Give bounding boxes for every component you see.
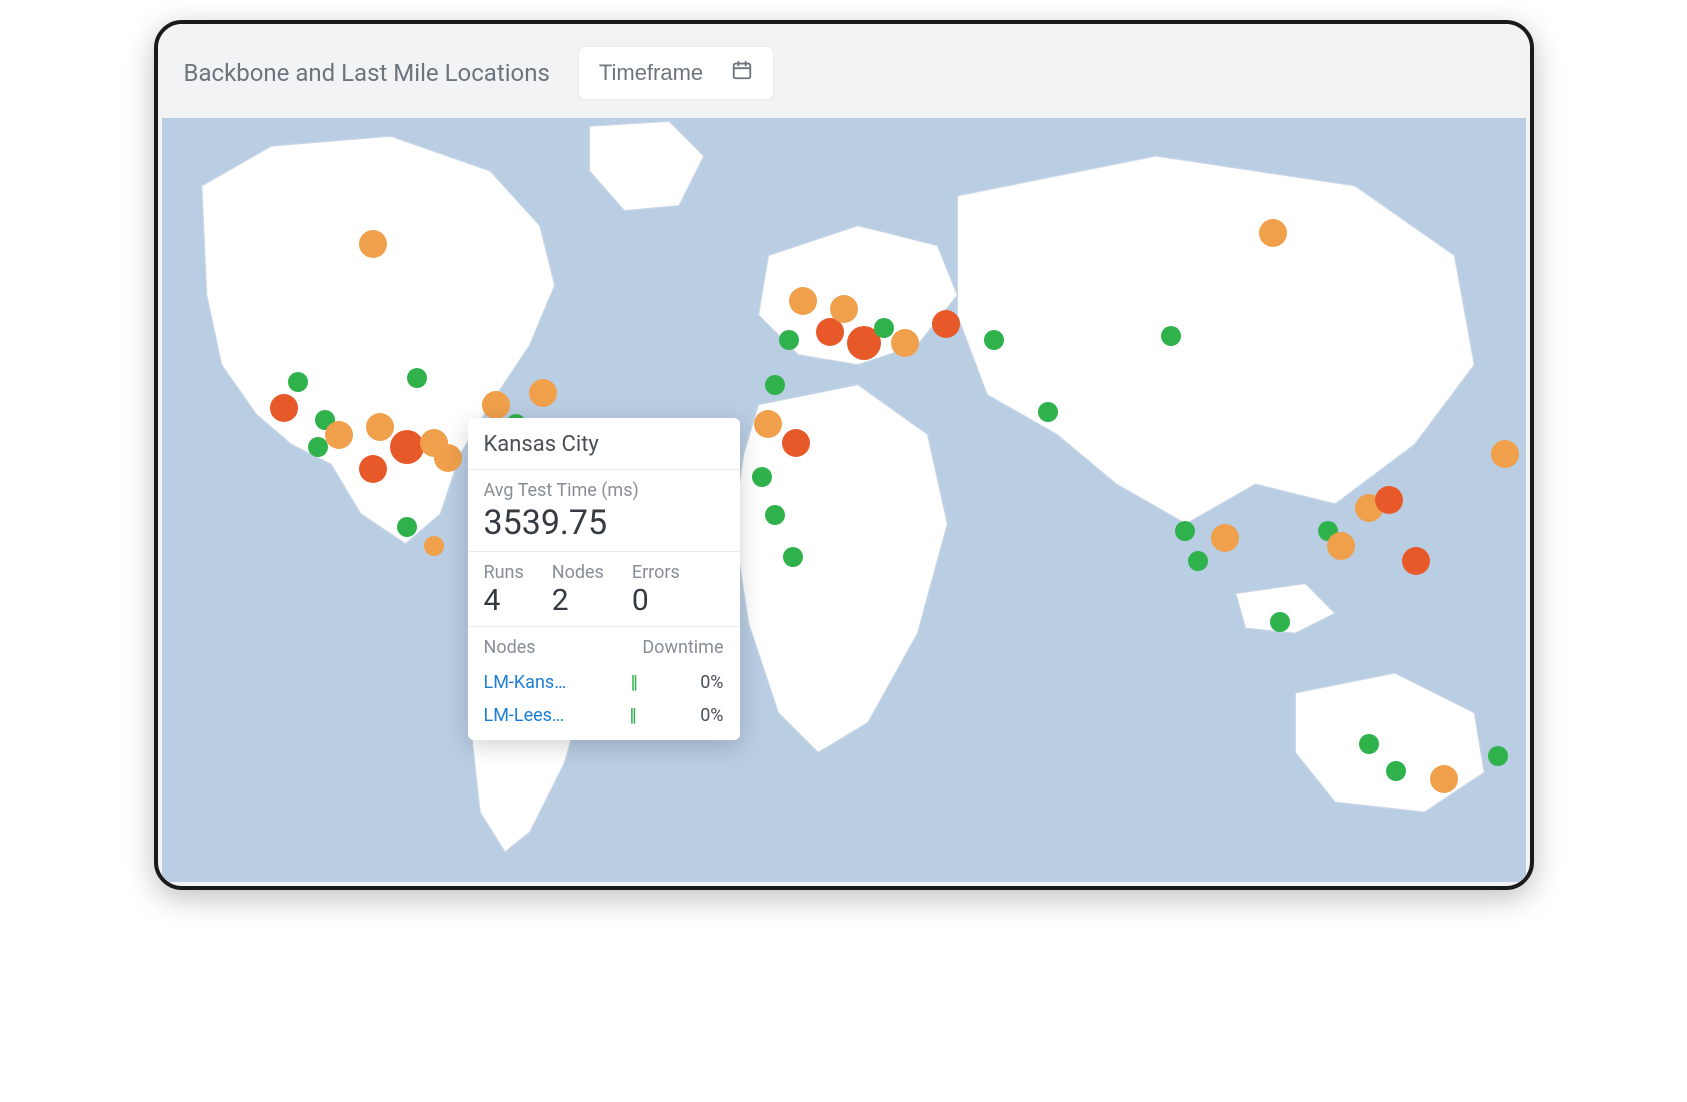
map-marker[interactable] [1491,440,1519,468]
node-spark-icon: || [631,672,636,693]
map-marker[interactable] [359,230,387,258]
map-marker[interactable] [1359,734,1379,754]
popup-stats-row: Runs 4 Nodes 2 Errors 0 [484,562,724,618]
map-marker[interactable] [752,467,772,487]
location-popup: Kansas City Avg Test Time (ms) 3539.75 R… [468,418,740,740]
timeframe-button[interactable]: Timeframe [578,46,774,100]
map-marker[interactable] [288,372,308,392]
map-marker[interactable] [1175,521,1195,541]
map-marker[interactable] [1430,765,1458,793]
map-marker[interactable] [779,330,799,350]
map-marker[interactable] [359,455,387,483]
node-downtime: 0% [700,672,723,693]
map-marker[interactable] [529,379,557,407]
map-marker[interactable] [754,410,782,438]
map-marker[interactable] [783,547,803,567]
nodes-header-left: Nodes [484,637,536,658]
map-marker[interactable] [782,429,810,457]
avg-test-time-value: 3539.75 [484,503,724,543]
nodes-header-right: Downtime [642,637,723,658]
map-marker[interactable] [482,391,510,419]
map-marker[interactable] [830,295,858,323]
map-marker[interactable] [891,329,919,357]
node-row: LM-Lees… || 0% [484,699,724,732]
map-marker[interactable] [434,444,462,472]
map-marker[interactable] [984,330,1004,350]
app-frame: Backbone and Last Mile Locations Timefra… [154,20,1534,890]
map-marker[interactable] [765,505,785,525]
runs-value: 4 [484,583,524,618]
map-marker[interactable] [270,394,298,422]
map-marker[interactable] [1488,746,1508,766]
runs-label: Runs [484,562,524,583]
timeframe-label: Timeframe [599,60,703,86]
node-link[interactable]: LM-Kans… [484,672,567,693]
node-spark-icon: || [630,705,635,726]
world-map[interactable]: Kansas City Avg Test Time (ms) 3539.75 R… [162,118,1526,882]
map-marker[interactable] [874,318,894,338]
map-marker[interactable] [325,421,353,449]
map-marker[interactable] [1188,551,1208,571]
map-marker[interactable] [932,310,960,338]
map-marker[interactable] [397,517,417,537]
map-marker[interactable] [1161,326,1181,346]
map-marker[interactable] [1211,524,1239,552]
errors-value: 0 [632,583,680,618]
popup-title: Kansas City [468,418,740,470]
map-marker[interactable] [1038,402,1058,422]
map-marker[interactable] [366,413,394,441]
avg-test-time-label: Avg Test Time (ms) [484,480,724,501]
node-downtime: 0% [700,705,723,726]
calendar-icon [731,59,753,87]
map-marker[interactable] [1259,219,1287,247]
map-marker[interactable] [1327,532,1355,560]
node-link[interactable]: LM-Lees… [484,705,565,726]
nodes-label: Nodes [552,562,604,583]
nodes-value: 2 [552,583,604,618]
map-marker[interactable] [424,536,444,556]
page-title: Backbone and Last Mile Locations [184,59,550,87]
map-marker[interactable] [407,368,427,388]
map-marker[interactable] [1386,761,1406,781]
header-bar: Backbone and Last Mile Locations Timefra… [158,24,1530,122]
map-marker[interactable] [1402,547,1430,575]
map-marker[interactable] [789,287,817,315]
node-row: LM-Kans… || 0% [484,666,724,699]
errors-label: Errors [632,562,680,583]
map-marker[interactable] [765,375,785,395]
map-marker[interactable] [390,430,424,464]
map-marker[interactable] [1375,486,1403,514]
map-marker[interactable] [1270,612,1290,632]
